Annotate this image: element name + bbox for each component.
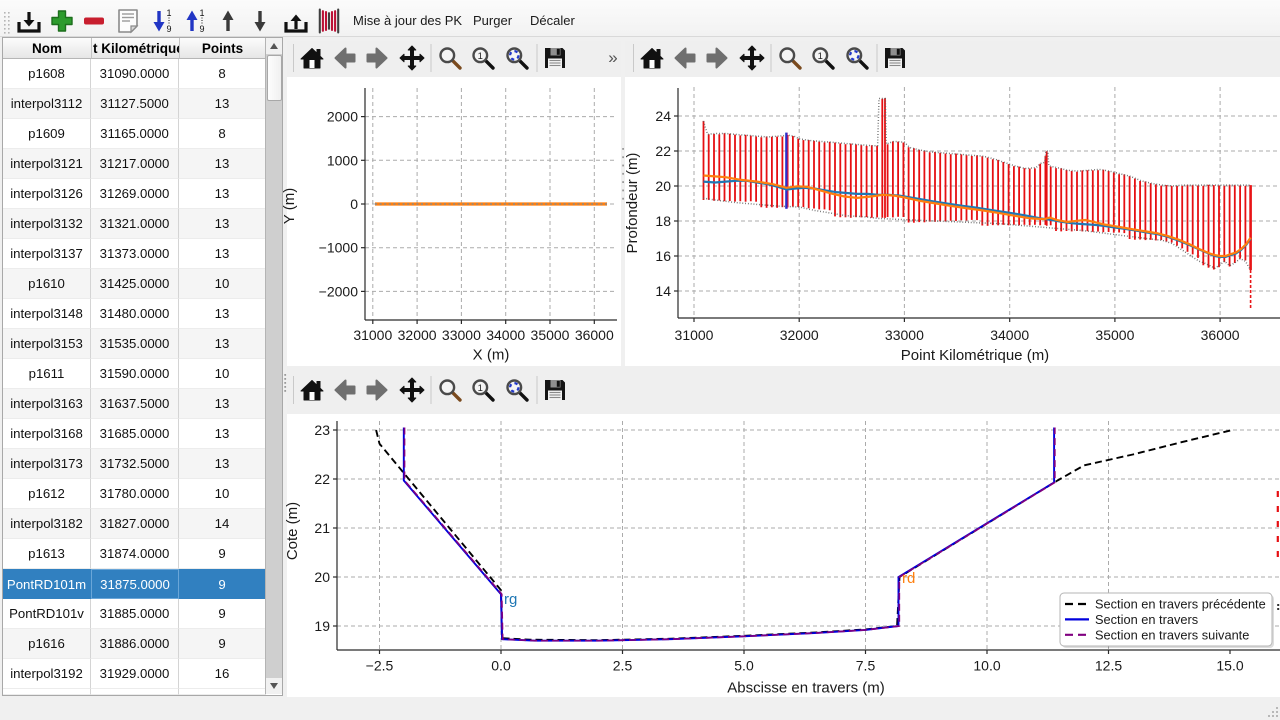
svg-text:1: 1 bbox=[478, 51, 483, 62]
svg-text:Section en travers suivante: Section en travers suivante bbox=[1095, 627, 1249, 642]
svg-text:24: 24 bbox=[655, 108, 671, 124]
svg-text:22: 22 bbox=[314, 471, 330, 487]
svg-text:33000: 33000 bbox=[885, 327, 924, 343]
svg-text:12.5: 12.5 bbox=[1095, 658, 1122, 674]
svg-text:23: 23 bbox=[314, 422, 330, 438]
svg-text:9: 9 bbox=[199, 24, 204, 34]
svg-text:−1000: −1000 bbox=[319, 240, 359, 256]
svg-text:32000: 32000 bbox=[780, 327, 819, 343]
svg-text:2.5: 2.5 bbox=[613, 658, 633, 674]
svg-text:Point Kilométrique (m): Point Kilométrique (m) bbox=[901, 347, 1049, 364]
svg-text:5.0: 5.0 bbox=[734, 658, 754, 674]
svg-text:32000: 32000 bbox=[398, 327, 437, 343]
svg-text:0.0: 0.0 bbox=[491, 658, 511, 674]
svg-text:36000: 36000 bbox=[575, 327, 614, 343]
svg-text:rg: rg bbox=[504, 591, 517, 608]
svg-text:rd: rd bbox=[902, 570, 915, 587]
svg-text:»: » bbox=[608, 48, 617, 67]
svg-text:Section en travers: Section en travers bbox=[1095, 612, 1198, 627]
svg-text:18: 18 bbox=[655, 213, 671, 229]
svg-text:34000: 34000 bbox=[486, 327, 525, 343]
svg-text:1: 1 bbox=[166, 8, 171, 18]
svg-text:9: 9 bbox=[166, 24, 171, 34]
svg-text:1: 1 bbox=[818, 51, 823, 62]
svg-text:10.0: 10.0 bbox=[973, 658, 1000, 674]
svg-text:21: 21 bbox=[314, 520, 330, 536]
svg-text:Y (m): Y (m) bbox=[281, 188, 298, 224]
svg-text:Profondeur (m): Profondeur (m) bbox=[624, 153, 641, 254]
svg-text:36000: 36000 bbox=[1201, 327, 1240, 343]
svg-text:−2.5: −2.5 bbox=[366, 658, 394, 674]
svg-text:20: 20 bbox=[314, 569, 330, 585]
svg-text:35000: 35000 bbox=[531, 327, 570, 343]
svg-text:Cote (m): Cote (m) bbox=[284, 502, 301, 560]
svg-text:Section en travers précédente: Section en travers précédente bbox=[1095, 597, 1266, 612]
svg-text:Abscisse en travers (m): Abscisse en travers (m) bbox=[727, 680, 885, 697]
svg-text:34000: 34000 bbox=[990, 327, 1029, 343]
svg-text:35000: 35000 bbox=[1095, 327, 1134, 343]
svg-text:0: 0 bbox=[350, 196, 358, 212]
svg-text:7.5: 7.5 bbox=[856, 658, 876, 674]
svg-text:1: 1 bbox=[478, 383, 483, 394]
svg-text:31000: 31000 bbox=[675, 327, 714, 343]
svg-text:14: 14 bbox=[655, 283, 671, 299]
svg-text:X (m): X (m) bbox=[473, 347, 510, 364]
svg-text:22: 22 bbox=[655, 143, 671, 159]
svg-text:2000: 2000 bbox=[327, 109, 358, 125]
svg-text:1: 1 bbox=[199, 8, 204, 18]
svg-text:19: 19 bbox=[314, 618, 330, 634]
svg-text:16: 16 bbox=[655, 248, 671, 264]
svg-text:31000: 31000 bbox=[353, 327, 392, 343]
svg-text:15.0: 15.0 bbox=[1216, 658, 1243, 674]
svg-text:33000: 33000 bbox=[442, 327, 481, 343]
svg-text:−2000: −2000 bbox=[319, 283, 359, 299]
svg-text:1000: 1000 bbox=[327, 152, 358, 168]
svg-text:20: 20 bbox=[655, 178, 671, 194]
